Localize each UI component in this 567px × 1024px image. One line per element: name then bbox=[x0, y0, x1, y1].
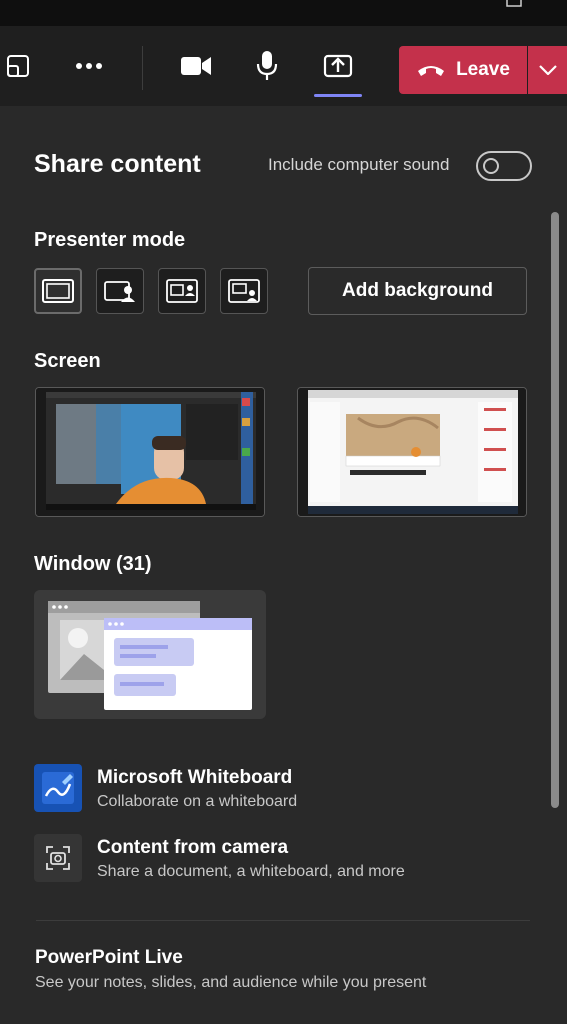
whiteboard-subtitle: Collaborate on a whiteboard bbox=[97, 793, 298, 810]
presenter-mode-heading: Presenter mode bbox=[34, 229, 186, 251]
window-thumbnail-placeholder[interactable] bbox=[34, 590, 266, 719]
presenter-mode-standout[interactable] bbox=[96, 268, 144, 314]
toggle-knob bbox=[483, 158, 499, 174]
leave-button[interactable]: Leave bbox=[399, 46, 527, 94]
popout-icon bbox=[7, 55, 29, 77]
app-content-from-camera[interactable]: Content from camera Share a document, a … bbox=[34, 834, 534, 884]
reporter-icon bbox=[228, 279, 260, 303]
app-microsoft-whiteboard[interactable]: Microsoft Whiteboard Collaborate on a wh… bbox=[34, 764, 534, 814]
window-illustration bbox=[48, 601, 252, 710]
screen-2-preview bbox=[298, 388, 526, 516]
camera-icon bbox=[181, 57, 211, 75]
presenter-mode-reporter[interactable] bbox=[220, 268, 268, 314]
camera-content-title: Content from camera bbox=[97, 837, 289, 858]
phone-hangup-icon bbox=[418, 66, 445, 76]
leave-label: Leave bbox=[456, 59, 510, 80]
toolbar-divider bbox=[142, 46, 143, 90]
powerpoint-live-subtitle: See your notes, slides, and audience whi… bbox=[35, 974, 427, 991]
window-restore-icon[interactable] bbox=[506, 0, 526, 8]
share-active-indicator bbox=[314, 94, 362, 97]
camera-scan-icon bbox=[34, 834, 82, 882]
powerpoint-live-title[interactable]: PowerPoint Live bbox=[35, 947, 183, 969]
more-icon bbox=[76, 63, 102, 69]
section-divider bbox=[36, 920, 530, 921]
panel-title: Share content bbox=[34, 150, 201, 178]
whiteboard-icon bbox=[34, 764, 82, 812]
include-sound-toggle[interactable] bbox=[476, 151, 532, 181]
screen-thumbnail-1[interactable] bbox=[35, 387, 265, 517]
add-background-button[interactable]: Add background bbox=[308, 267, 527, 315]
camera-content-subtitle: Share a document, a whiteboard, and more bbox=[97, 863, 405, 880]
share-icon bbox=[323, 54, 353, 78]
microphone-icon bbox=[256, 51, 278, 80]
title-bar-strip bbox=[0, 0, 567, 26]
more-options-button[interactable] bbox=[68, 26, 110, 106]
scrollbar[interactable] bbox=[551, 212, 559, 808]
screen-thumbnail-2[interactable] bbox=[297, 387, 527, 517]
microphone-button[interactable] bbox=[250, 26, 284, 106]
popout-button[interactable] bbox=[0, 26, 36, 106]
side-by-side-icon bbox=[166, 279, 198, 303]
screen-heading: Screen bbox=[34, 350, 101, 372]
content-only-icon bbox=[42, 279, 74, 303]
standout-icon bbox=[104, 281, 135, 302]
window-heading: Window (31) bbox=[34, 553, 152, 575]
presenter-mode-side-by-side[interactable] bbox=[158, 268, 206, 314]
chevron-down-icon bbox=[538, 65, 557, 75]
camera-button[interactable] bbox=[176, 26, 216, 106]
include-sound-label: Include computer sound bbox=[268, 155, 450, 174]
presenter-mode-content-only[interactable] bbox=[34, 268, 82, 314]
leave-options-button[interactable] bbox=[528, 46, 567, 94]
whiteboard-title: Microsoft Whiteboard bbox=[97, 767, 293, 788]
screen-1-preview bbox=[36, 388, 264, 516]
